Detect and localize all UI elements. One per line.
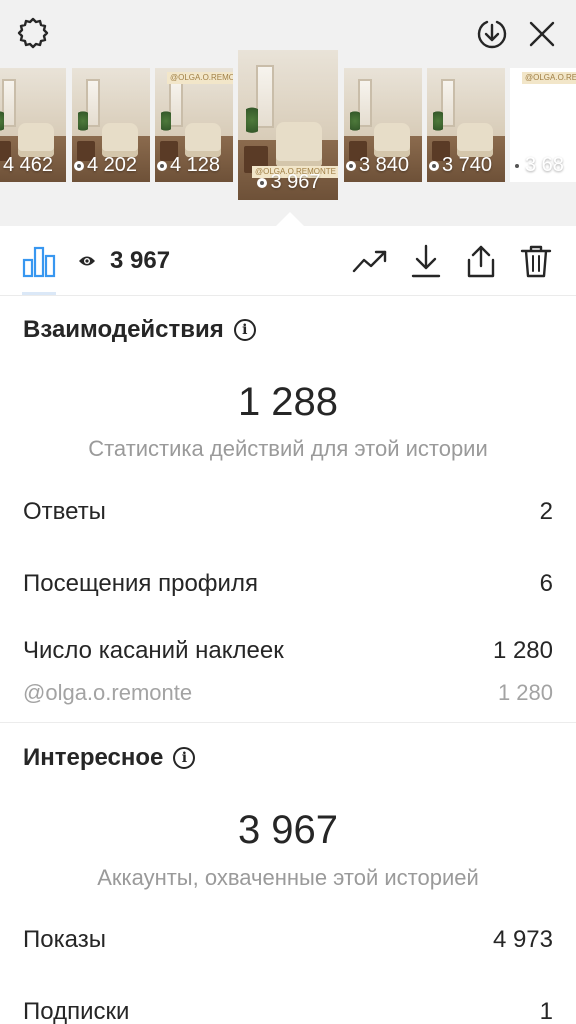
- discovery-title: Интересное: [23, 744, 164, 771]
- thumbnail-sofa: [373, 122, 410, 157]
- thumbnail-views-count: 3 840: [359, 154, 410, 176]
- stat-value: 1 280: [497, 680, 553, 705]
- story-thumbnail[interactable]: 3 840: [344, 68, 422, 182]
- thumbnail-views: 3 68: [510, 154, 576, 177]
- insights-tab-indicator: [22, 292, 56, 295]
- story-thumbnail[interactable]: 4 462: [0, 68, 66, 182]
- discovery-header: Интересное i: [23, 744, 196, 772]
- thumbnail-views: 3 740: [427, 154, 505, 177]
- thumbnail-views-count: 4 202: [87, 154, 138, 176]
- stat-label: Ответы: [23, 498, 106, 525]
- interactions-title: Взаимодействия: [23, 316, 224, 343]
- thumbnail-window: [86, 79, 101, 128]
- stat-value: 1: [539, 998, 553, 1024]
- share-icon: [467, 245, 495, 278]
- thumbnail-window: [2, 79, 17, 128]
- story-thumbnail[interactable]: 3 740: [427, 68, 505, 182]
- promote-button[interactable]: [352, 243, 388, 279]
- insights-tab[interactable]: [22, 244, 56, 278]
- thumbnail-plant: [350, 111, 360, 137]
- discovery-total: 3 967: [237, 808, 339, 852]
- thumbnail-plant: [161, 111, 171, 137]
- thumbnail-sofa: [276, 122, 322, 167]
- eye-icon: [74, 160, 84, 171]
- thumbnail-views: 4 462: [0, 154, 66, 177]
- thumbnail-views: 4 202: [72, 154, 150, 177]
- thumbnail-views-count: 3 967: [270, 171, 321, 193]
- stat-row-impressions: Показы 4 973: [23, 926, 553, 954]
- stat-value: 6: [539, 570, 553, 597]
- story-stats-toolbar: 3 967: [0, 226, 576, 296]
- trash-icon: [520, 245, 552, 278]
- story-thumbnail[interactable]: @OLGA.O.REMONTE 3 68: [510, 68, 576, 182]
- info-icon[interactable]: i: [233, 319, 256, 341]
- stat-row-replies: Ответы 2: [23, 498, 553, 526]
- delete-button[interactable]: [518, 243, 554, 279]
- thumbnail-views: 3 840: [344, 154, 422, 177]
- thumbnail-sofa: [101, 122, 138, 157]
- stat-value: 2: [539, 498, 553, 525]
- thumbnail-plant: [0, 111, 4, 137]
- eye-icon: [79, 256, 95, 266]
- story-thumbnail[interactable]: 4 202: [72, 68, 150, 182]
- save-button[interactable]: [408, 243, 444, 279]
- thumbnail-window: [169, 79, 184, 128]
- mention-sticker: @OLGA.O.REMONTE: [167, 72, 233, 84]
- thumbnail-views-count: 4 462: [3, 154, 54, 176]
- eye-icon: [512, 160, 522, 171]
- stat-value: 4 973: [492, 926, 553, 953]
- stat-row-follows: Подписки 1: [23, 998, 553, 1024]
- interactions-total: 1 288: [237, 380, 339, 424]
- thumbnail-sofa: [184, 122, 221, 157]
- trending-up-icon: [352, 250, 387, 273]
- mention-sticker: @OLGA.O.REMONTE: [522, 72, 576, 84]
- stat-row-profile-visits: Посещения профиля 6: [23, 570, 553, 598]
- thumbnail-plant: [246, 107, 258, 140]
- bar-chart-icon: [22, 246, 56, 278]
- thumbnail-sofa: [17, 122, 54, 157]
- stat-label: Подписки: [23, 998, 130, 1024]
- thumbnail-views-count: 3 740: [442, 154, 493, 176]
- thumbnail-views-count: 4 128: [170, 154, 221, 176]
- thumbnail-views-count: 3 68: [525, 154, 564, 176]
- download-icon: [411, 244, 441, 278]
- thumbnail-views: 4 128: [155, 154, 233, 177]
- eye-icon: [257, 177, 268, 188]
- thumbnail-window: [441, 79, 456, 128]
- stat-label: Число касаний наклеек: [23, 637, 284, 664]
- thumbnail-window: [256, 65, 274, 128]
- stat-row-mention-sticker[interactable]: @olga.o.remonte 1 280: [23, 680, 553, 706]
- eye-icon: [346, 160, 356, 171]
- stat-label: Посещения профиля: [23, 570, 258, 597]
- info-icon[interactable]: i: [173, 747, 196, 769]
- thumbnail-plant: [78, 111, 88, 137]
- selected-story-pointer: [276, 212, 304, 226]
- stat-label: Показы: [23, 926, 106, 953]
- interactions-header: Взаимодействия i: [23, 316, 256, 344]
- eye-icon: [429, 160, 439, 171]
- thumbnail-sofa: [456, 122, 493, 157]
- section-divider: [0, 722, 576, 723]
- thumbnail-views: 3 967: [238, 171, 338, 194]
- story-thumbnail-selected[interactable]: @OLGA.O.REMONTE 3 967: [238, 50, 338, 200]
- stat-row-sticker-taps: Число касаний наклеек 1 280: [23, 637, 553, 665]
- eye-icon: [157, 160, 167, 171]
- share-button[interactable]: [463, 243, 499, 279]
- viewers-count-value: 3 967: [110, 247, 171, 274]
- story-thumbnail[interactable]: @OLGA.O.REMONTE 4 128: [155, 68, 233, 182]
- discovery-caption: Аккаунты, охваченные этой историей: [97, 865, 479, 890]
- viewers-count[interactable]: 3 967: [78, 244, 170, 278]
- thumbnail-plant: [433, 111, 443, 137]
- stat-value: 1 280: [492, 637, 553, 664]
- stat-label: @olga.o.remonte: [23, 680, 193, 705]
- thumbnail-window: [358, 79, 373, 128]
- story-thumbnail-strip[interactable]: 4 4624 202@OLGA.O.REMONTE4 128@OLGA.O.RE…: [0, 0, 576, 226]
- interactions-caption: Статистика действий для этой истории: [88, 436, 488, 461]
